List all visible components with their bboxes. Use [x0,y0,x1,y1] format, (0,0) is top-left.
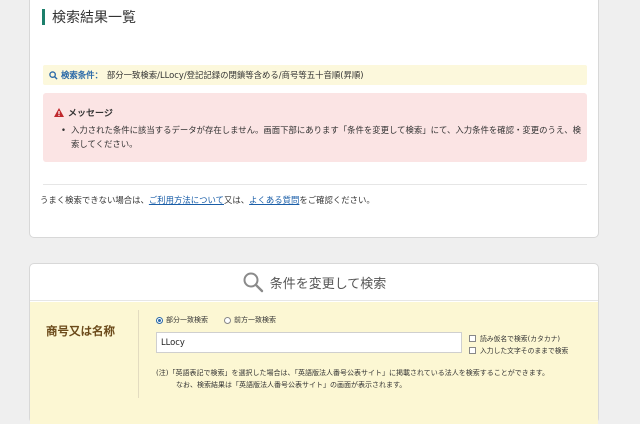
check-kana-box[interactable] [469,334,476,342]
name-input[interactable]: LLocy [156,332,462,353]
radio-prefix-dot[interactable] [224,316,231,324]
name-field-row: 商号又は名称 部分一致検索 前方一致検索 LLocy 読み仮名で検索(カタカナ)… [30,302,598,424]
message-box: メッセージ • 入力された条件に該当するデータが存在しません。画面下部にあります… [43,93,587,162]
check-kana[interactable]: 読み仮名で検索(カタカナ) [469,332,568,344]
search-condition-bar: 検索条件： 部分一致検索/LLocy/登記記録の閉鎖等含める/商号等五十音順(昇… [43,65,587,85]
search-heading-text: 条件を変更して検索 [269,276,387,292]
results-card: 検索結果一覧 検索条件： 部分一致検索/LLocy/登記記録の閉鎖等含める/商号… [29,0,599,238]
usage-link[interactable]: ご利用方法について [149,195,224,205]
search-icon [49,70,58,80]
note-line-2: なお、検索結果は「英語版法人番号公表サイト」の画面が表示されます。 [176,381,407,389]
search-heading: 条件を変更して検索 [30,264,598,301]
magnifier-icon [242,271,264,293]
help-middle: 又は、 [224,195,250,205]
field-label: 商号又は名称 [46,324,115,338]
check-exact-box[interactable] [469,346,476,354]
results-title: 検索結果一覧 [42,9,136,26]
results-title-text: 検索結果一覧 [52,10,136,26]
message-body: • 入力された条件に該当するデータが存在しません。画面下部にあります「条件を変更… [61,123,581,151]
check-exact-label: 入力した文字そのままで検索 [480,347,569,355]
bullet-dot: • [61,125,66,135]
check-exact[interactable]: 入力した文字そのままで検索 [469,344,568,356]
radio-prefix-label: 前方一致検索 [234,316,276,324]
message-body-text: 入力された条件に該当するデータが存在しません。画面下部にあります「条件を変更して… [71,125,581,149]
english-search-note: (注)「英語表記で検索」を選択した場合は、「英語版法人番号公表サイト」に掲載され… [156,367,549,391]
radio-partial-dot[interactable] [156,316,163,324]
warning-icon [54,108,64,117]
help-suffix: をご確認ください。 [299,195,375,205]
help-prefix: うまく検索できない場合は、 [40,195,149,205]
message-title-text: メッセージ [68,109,113,119]
check-kana-label: 読み仮名で検索(カタカナ) [480,335,561,343]
title-accent-bar [42,9,45,25]
search-options: 読み仮名で検索(カタカナ) 入力した文字そのままで検索 [469,332,568,356]
radio-partial-match[interactable]: 部分一致検索 [156,315,208,325]
match-type-radios: 部分一致検索 前方一致検索 [156,315,292,325]
message-title: メッセージ [54,106,113,119]
radio-prefix-match[interactable]: 前方一致検索 [224,315,276,325]
help-text: うまく検索できない場合は、ご利用方法について又は、よくある質問をご確認ください。 [40,194,375,206]
radio-partial-label: 部分一致検索 [166,316,208,324]
condition-label: 検索条件： [61,70,103,80]
condition-text: 部分一致検索/LLocy/登記記録の閉鎖等含める/商号等五十音順(昇順) [106,70,364,80]
field-divider [138,310,139,398]
search-card: 条件を変更して検索 商号又は名称 部分一致検索 前方一致検索 LLocy 読み仮… [29,263,599,424]
note-line-1: (注)「英語表記で検索」を選択した場合は、「英語版法人番号公表サイト」に掲載され… [156,369,550,377]
divider [43,184,587,185]
faq-link[interactable]: よくある質問 [249,195,299,205]
